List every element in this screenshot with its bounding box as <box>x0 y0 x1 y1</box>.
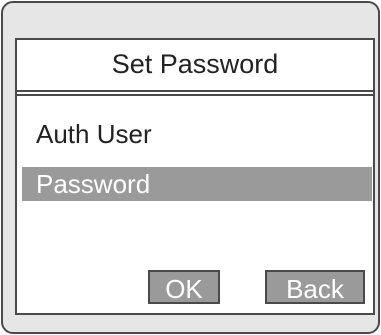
device-frame: Set Password Auth User Password OK Back <box>1 1 380 334</box>
title-divider <box>17 90 373 96</box>
page-title: Set Password <box>111 49 279 79</box>
menu-item-password[interactable]: Password <box>22 167 372 201</box>
back-button[interactable]: Back <box>265 270 365 304</box>
ok-button[interactable]: OK <box>148 270 220 304</box>
menu-item-auth-user[interactable]: Auth User <box>22 117 372 151</box>
lcd-screen: Set Password Auth User Password OK Back <box>15 38 375 315</box>
